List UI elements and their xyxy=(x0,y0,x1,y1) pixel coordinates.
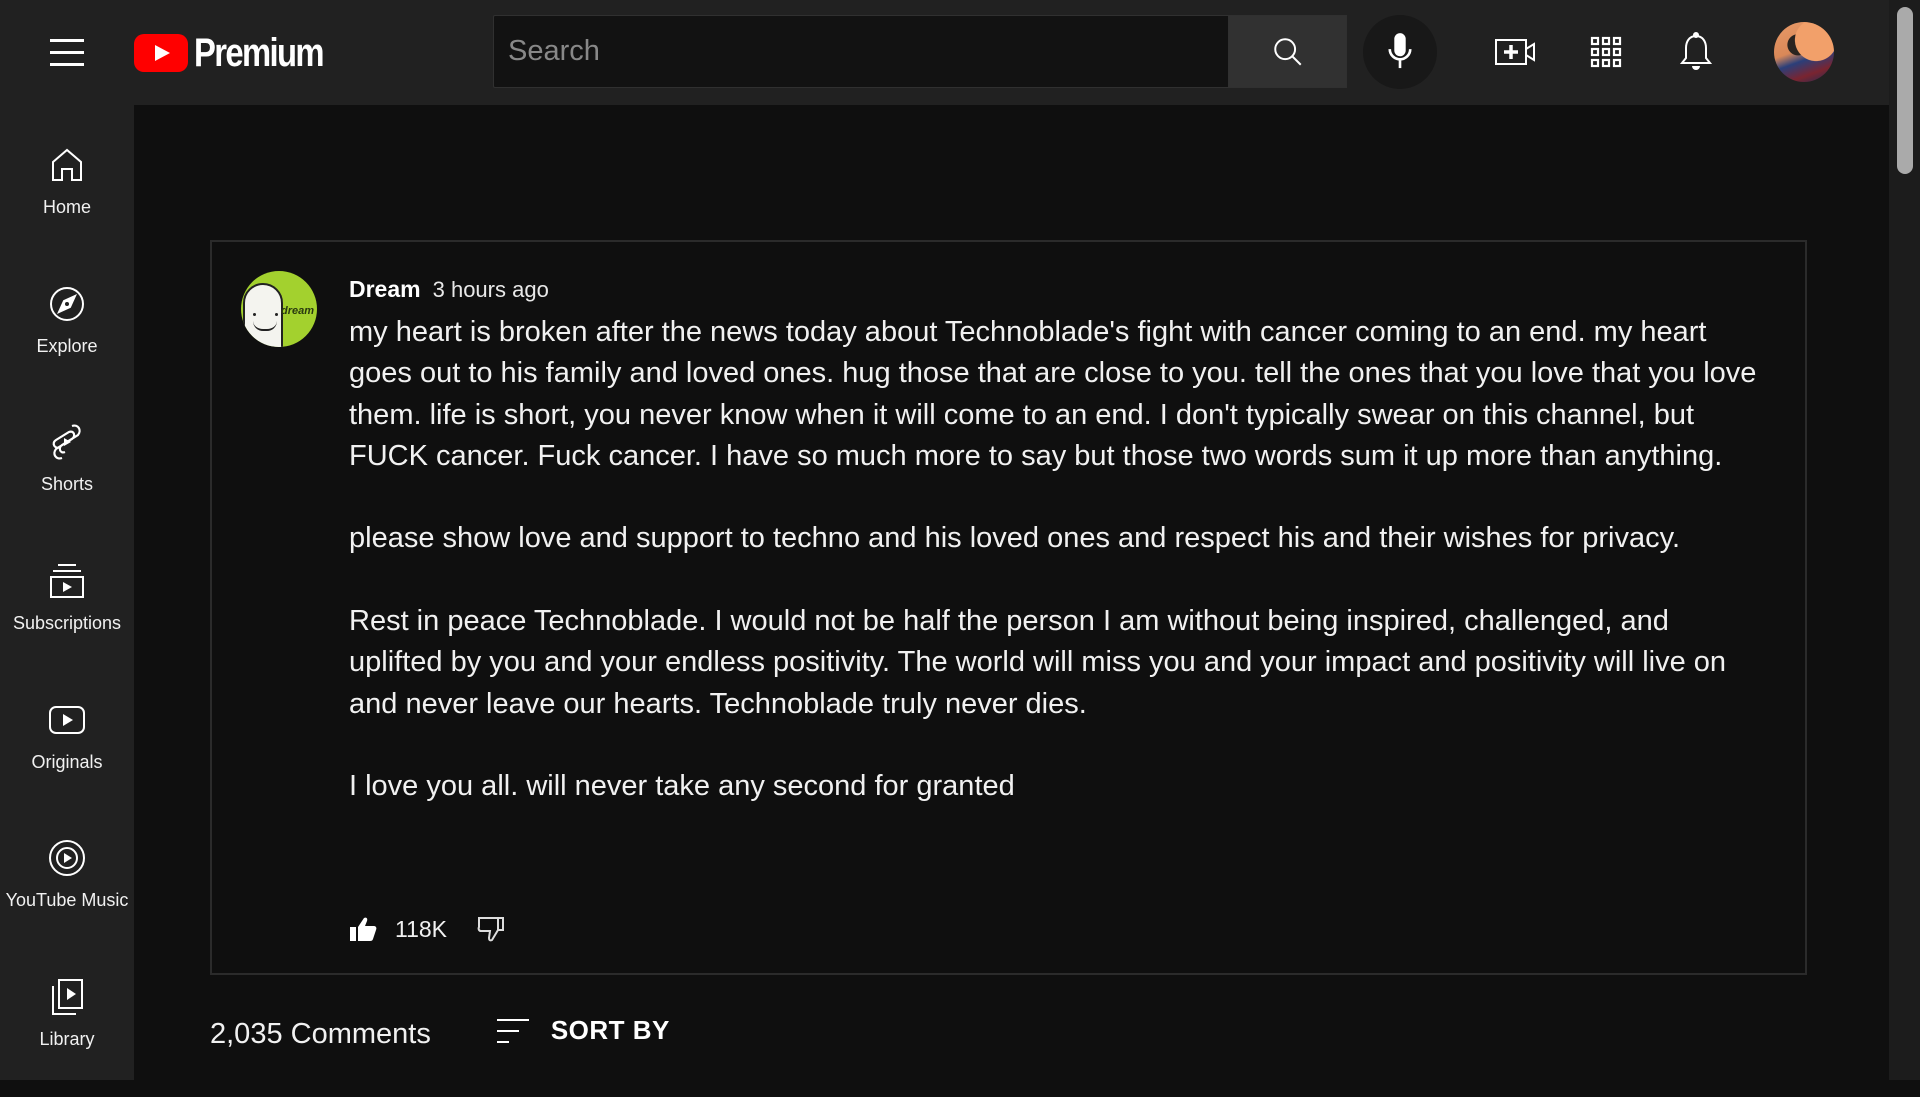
notifications-bell-icon xyxy=(1679,32,1713,70)
thumbs-up-filled-icon xyxy=(350,917,377,941)
search-input[interactable] xyxy=(494,16,1228,87)
user-avatar[interactable] xyxy=(1774,22,1834,82)
dislike-button[interactable] xyxy=(477,914,507,944)
subscriptions-icon xyxy=(50,564,84,598)
sort-by-label: SORT BY xyxy=(550,1015,670,1045)
voice-search-button[interactable] xyxy=(1363,15,1437,89)
like-count: 118K xyxy=(395,915,448,942)
originals-icon xyxy=(49,706,85,734)
comment-paragraph: my heart is broken after the news today … xyxy=(349,316,1757,472)
thumbs-down-icon xyxy=(477,917,505,942)
sidebar-item-subscriptions[interactable]: Subscriptions xyxy=(0,561,134,681)
comment-author[interactable]: Dream xyxy=(349,276,421,303)
comment-timestamp[interactable]: 3 hours ago xyxy=(433,277,549,303)
comment-paragraph: I love you all. will never take any seco… xyxy=(349,770,1015,803)
sidebar-item-youtube-music[interactable]: YouTube Music xyxy=(0,838,134,958)
top-header: Premium xyxy=(0,0,1889,105)
comment-paragraph: please show love and support to techno a… xyxy=(349,522,1681,555)
comment-author-avatar[interactable]: dream xyxy=(241,271,317,347)
sidebar-item-label: YouTube Music xyxy=(5,890,129,910)
comment-text: my heart is broken after the news today … xyxy=(349,312,1769,849)
youtube-premium-logo[interactable]: Premium xyxy=(134,30,351,76)
sidebar-item-label: Explore xyxy=(36,336,98,356)
notifications-button[interactable] xyxy=(1674,30,1718,74)
sidebar-item-label: Shorts xyxy=(40,474,94,494)
comment-paragraph: Rest in peace Technoblade. I would not b… xyxy=(349,605,1727,720)
home-icon xyxy=(52,148,82,181)
like-button[interactable] xyxy=(349,914,379,944)
sidebar-item-home[interactable]: Home xyxy=(0,145,134,265)
sidebar-item-label: Originals xyxy=(31,752,103,772)
comments-header: 2,035 Comments SORT BY xyxy=(210,1015,670,1051)
avatar-text: dream xyxy=(281,305,315,317)
sidebar-item-label: Library xyxy=(39,1029,95,1049)
sidebar-item-explore[interactable]: Explore xyxy=(0,284,134,404)
microphone-icon xyxy=(1388,33,1412,69)
scrollbar[interactable] xyxy=(1889,0,1920,1080)
sort-icon xyxy=(496,1018,529,1043)
youtube-logo-icon xyxy=(134,34,188,72)
scrollbar-thumb[interactable] xyxy=(1897,7,1913,174)
brand-label: Premium xyxy=(194,30,325,75)
compass-icon xyxy=(50,287,84,321)
avatar-face-graphic xyxy=(243,283,283,347)
sidebar-item-shorts[interactable]: Shorts xyxy=(0,422,134,542)
sidebar: Home Explore Shorts Subscriptions Origin… xyxy=(0,105,134,1080)
youtube-music-icon xyxy=(49,840,85,876)
sidebar-item-label: Subscriptions xyxy=(12,613,122,633)
menu-icon[interactable] xyxy=(46,32,88,72)
apps-grid-icon xyxy=(1590,36,1622,68)
highlighted-comment: dream Dream 3 hours ago my heart is brok… xyxy=(210,240,1807,975)
sidebar-item-originals[interactable]: Originals xyxy=(0,700,134,820)
comments-count: 2,035 Comments xyxy=(210,1018,431,1050)
sort-by-button[interactable]: SORT BY xyxy=(495,1015,670,1046)
library-icon xyxy=(52,979,83,1015)
apps-button[interactable] xyxy=(1584,30,1628,74)
create-video-button[interactable] xyxy=(1493,30,1537,74)
search-box xyxy=(493,15,1228,88)
comment-actions: 118K xyxy=(349,914,507,944)
create-video-icon xyxy=(1495,39,1535,65)
search-icon xyxy=(1273,37,1301,65)
shorts-icon xyxy=(52,424,81,460)
sidebar-item-library[interactable]: Library xyxy=(0,977,134,1097)
comment-header: Dream 3 hours ago xyxy=(349,276,549,303)
search-button[interactable] xyxy=(1228,15,1347,88)
sidebar-item-label: Home xyxy=(42,197,91,217)
